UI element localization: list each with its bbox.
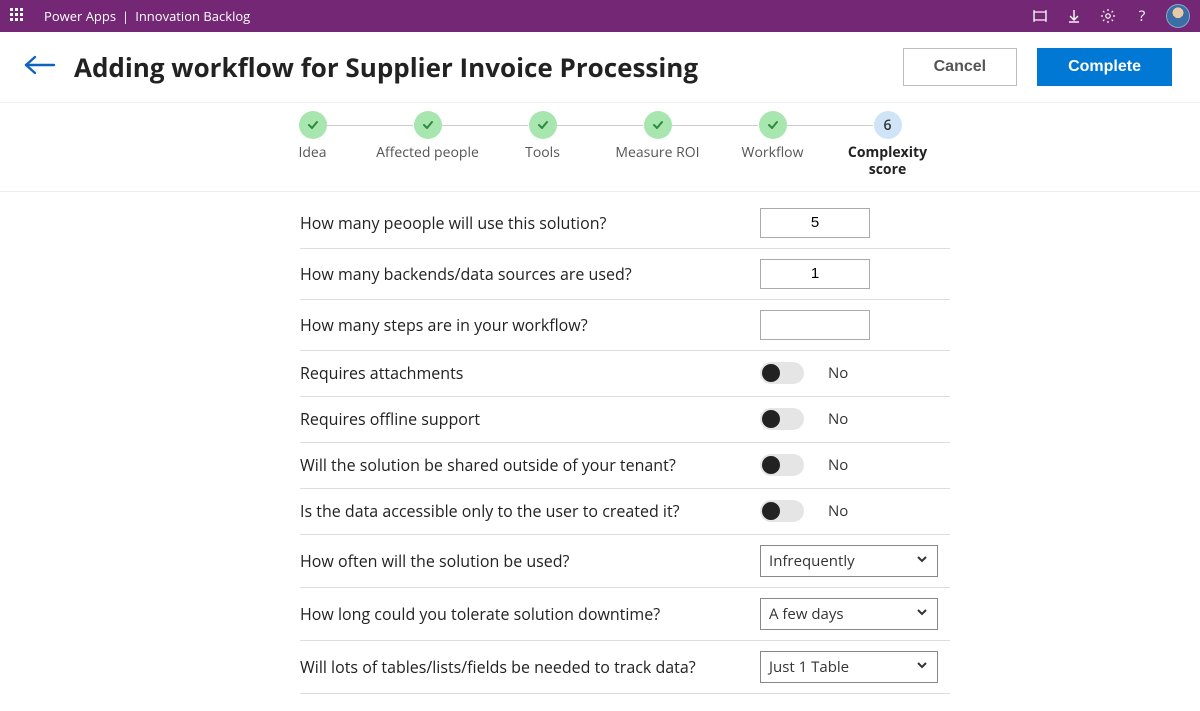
row-backends: How many backends/data sources are used?: [300, 249, 950, 300]
question-label: How many backends/data sources are used?: [300, 263, 760, 285]
brand-label: Power Apps: [44, 7, 116, 25]
step-complexity-score[interactable]: 6 Complexity score: [830, 111, 945, 179]
question-label: How many peoople will use this solution?: [300, 212, 760, 234]
gear-icon[interactable]: [1098, 6, 1118, 26]
step-label: Complexity score: [830, 145, 945, 179]
chevron-down-icon: [915, 604, 929, 624]
brand-separator: |: [122, 7, 129, 25]
users-input[interactable]: [760, 208, 870, 238]
wizard-stepper: Idea Affected people Tools Measure ROI W…: [0, 103, 1200, 191]
complexity-form: How many peoople will use this solution?…: [300, 198, 950, 694]
row-steps: How many steps are in your workflow?: [300, 300, 950, 351]
step-label: Tools: [485, 145, 600, 162]
question-label: Requires attachments: [300, 362, 760, 384]
question-label: Requires offline support: [300, 408, 760, 430]
question-label: How often will the solution be used?: [300, 550, 760, 572]
shared-toggle[interactable]: [760, 454, 804, 476]
download-icon[interactable]: [1064, 6, 1084, 26]
toggle-value: No: [828, 363, 848, 383]
page-title: Adding workflow for Supplier Invoice Pro…: [74, 49, 883, 85]
data-access-toggle[interactable]: [760, 500, 804, 522]
select-value: Just 1 Table: [769, 657, 849, 677]
check-icon: [536, 118, 550, 132]
app-name-label: Innovation Backlog: [135, 7, 250, 25]
help-icon[interactable]: ?: [1132, 6, 1152, 26]
chevron-down-icon: [915, 657, 929, 677]
row-downtime: How long could you tolerate solution dow…: [300, 588, 950, 641]
check-icon: [766, 118, 780, 132]
cancel-button[interactable]: Cancel: [903, 48, 1017, 86]
toggle-value: No: [828, 501, 848, 521]
check-icon: [651, 118, 665, 132]
row-attachments: Requires attachments No: [300, 351, 950, 397]
frequency-select[interactable]: Infrequently: [760, 545, 938, 577]
page-header: Adding workflow for Supplier Invoice Pro…: [0, 32, 1200, 102]
fit-to-screen-icon[interactable]: [1030, 6, 1050, 26]
step-measure-roi[interactable]: Measure ROI: [600, 111, 715, 162]
step-label: Measure ROI: [600, 145, 715, 162]
question-label: How long could you tolerate solution dow…: [300, 603, 760, 625]
downtime-select[interactable]: A few days: [760, 598, 938, 630]
step-label: Affected people: [370, 145, 485, 162]
select-value: Infrequently: [769, 551, 855, 571]
row-offline: Requires offline support No: [300, 397, 950, 443]
complete-button[interactable]: Complete: [1037, 48, 1172, 86]
question-label: Is the data accessible only to the user …: [300, 500, 760, 522]
tables-select[interactable]: Just 1 Table: [760, 651, 938, 683]
app-launcher-icon[interactable]: [10, 8, 26, 24]
attachments-toggle[interactable]: [760, 362, 804, 384]
step-number: 6: [874, 111, 902, 139]
step-workflow[interactable]: Workflow: [715, 111, 830, 162]
back-arrow-icon[interactable]: [22, 54, 56, 81]
row-tables: Will lots of tables/lists/fields be need…: [300, 641, 950, 694]
step-idea[interactable]: Idea: [255, 111, 370, 162]
user-avatar[interactable]: [1166, 4, 1190, 28]
check-icon: [421, 118, 435, 132]
step-affected-people[interactable]: Affected people: [370, 111, 485, 162]
offline-toggle[interactable]: [760, 408, 804, 430]
row-users: How many peoople will use this solution?: [300, 198, 950, 249]
steps-input[interactable]: [760, 310, 870, 340]
step-label: Workflow: [715, 145, 830, 162]
backends-input[interactable]: [760, 259, 870, 289]
step-label: Idea: [255, 145, 370, 162]
toggle-value: No: [828, 455, 848, 475]
select-value: A few days: [769, 604, 844, 624]
step-tools[interactable]: Tools: [485, 111, 600, 162]
question-label: How many steps are in your workflow?: [300, 314, 760, 336]
toggle-value: No: [828, 409, 848, 429]
row-shared-outside: Will the solution be shared outside of y…: [300, 443, 950, 489]
question-label: Will lots of tables/lists/fields be need…: [300, 656, 760, 678]
question-label: Will the solution be shared outside of y…: [300, 454, 760, 476]
chevron-down-icon: [915, 551, 929, 571]
row-frequency: How often will the solution be used? Inf…: [300, 535, 950, 588]
check-icon: [306, 118, 320, 132]
app-header: Power Apps | Innovation Backlog ?: [0, 0, 1200, 32]
row-data-access: Is the data accessible only to the user …: [300, 489, 950, 535]
